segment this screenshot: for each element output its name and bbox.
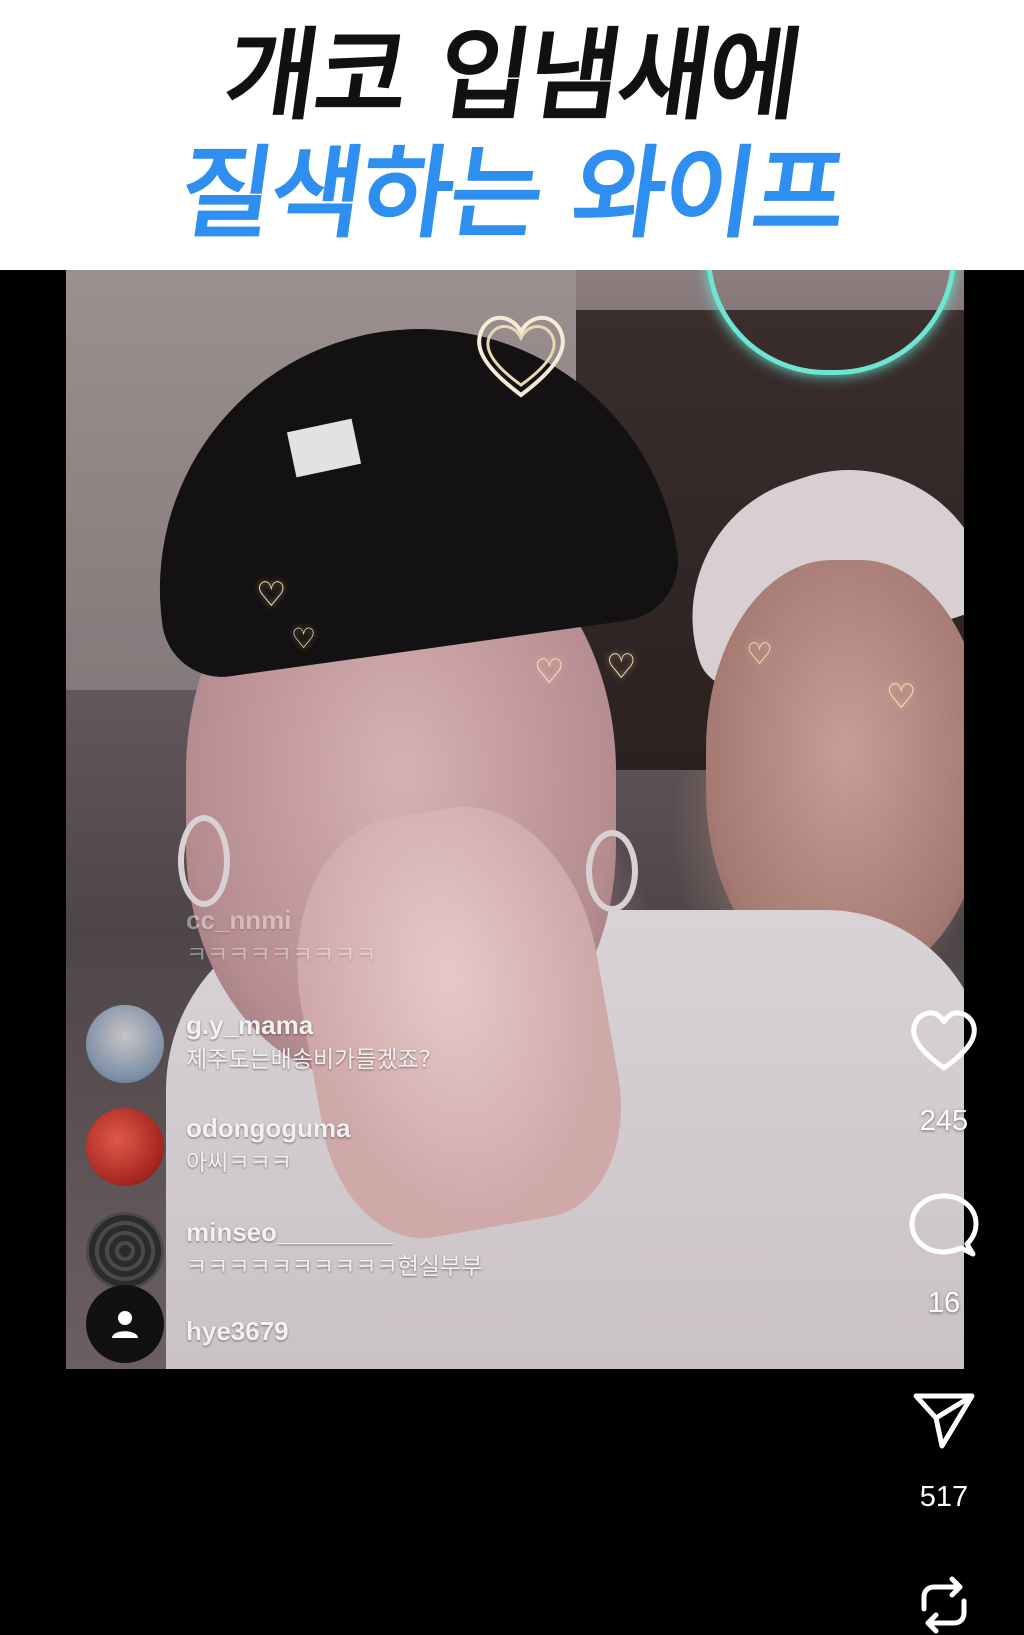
comment-username[interactable]: g.y_mama — [186, 1009, 431, 1041]
comment-message: 제주도는배송비가들겠죠? — [186, 1047, 431, 1073]
comment-bubble-icon — [909, 1193, 979, 1257]
send-icon — [913, 1393, 975, 1449]
share-count: 517 — [919, 1481, 969, 1513]
default-person-icon — [112, 1311, 138, 1338]
list-item: g.y_mama 제주도는배송비가들겠죠? — [86, 1005, 431, 1083]
title-banner: 개코 입냄새에 질색하는 와이프 — [0, 0, 1024, 270]
comment-username[interactable]: hye3679 — [186, 1315, 289, 1347]
video-player[interactable]: ♡ ♡ ♡ ♡ ♡ ♡ cc_nnmi ㅋㅋㅋㅋㅋㅋㅋㅋㅋ g.y_mama 제… — [0, 270, 1024, 1634]
list-item: cc_nnmi ㅋㅋㅋㅋㅋㅋㅋㅋㅋ — [86, 900, 376, 978]
comment-message: 아씨ㅋㅋㅋ — [186, 1150, 292, 1176]
avatar[interactable] — [86, 1005, 164, 1083]
title-line-2: 질색하는 와이프 — [172, 135, 852, 252]
like-button[interactable]: 245 — [904, 1010, 984, 1138]
avatar — [86, 900, 164, 978]
repost-icon — [921, 1576, 967, 1634]
comment-count: 16 — [927, 1287, 961, 1319]
comment-message: ㅋㅋㅋㅋㅋㅋㅋㅋㅋ — [186, 942, 377, 968]
like-count: 245 — [919, 1105, 969, 1137]
repost-button[interactable] — [904, 1575, 984, 1635]
list-item: minseo________ ㅋㅋㅋㅋㅋㅋㅋㅋㅋㅋ현실부부 — [86, 1212, 482, 1290]
avatar[interactable] — [86, 1285, 164, 1363]
share-button[interactable]: 517 — [904, 1390, 984, 1514]
live-video-frame[interactable]: ♡ ♡ ♡ ♡ ♡ ♡ cc_nnmi ㅋㅋㅋㅋㅋㅋㅋㅋㅋ g.y_mama 제… — [66, 270, 964, 1369]
comment-username: cc_nnmi — [186, 905, 292, 935]
avatar[interactable] — [86, 1108, 164, 1186]
heart-icon — [911, 1010, 977, 1071]
live-comments-list: cc_nnmi ㅋㅋㅋㅋㅋㅋㅋㅋㅋ g.y_mama 제주도는배송비가들겠죠? … — [66, 270, 964, 1369]
comment-message: ㅋㅋㅋㅋㅋㅋㅋㅋㅋㅋ현실부부 — [186, 1254, 483, 1280]
comment-username[interactable]: minseo________ — [186, 1216, 482, 1248]
list-item: odongoguma 아씨ㅋㅋㅋ — [86, 1108, 351, 1186]
title-line-1: 개코 입냄새에 — [217, 17, 807, 134]
avatar[interactable] — [86, 1212, 164, 1290]
comment-username[interactable]: odongoguma — [186, 1112, 351, 1144]
list-item: hye3679 — [86, 1285, 289, 1363]
comment-button[interactable]: 16 — [904, 1192, 984, 1320]
